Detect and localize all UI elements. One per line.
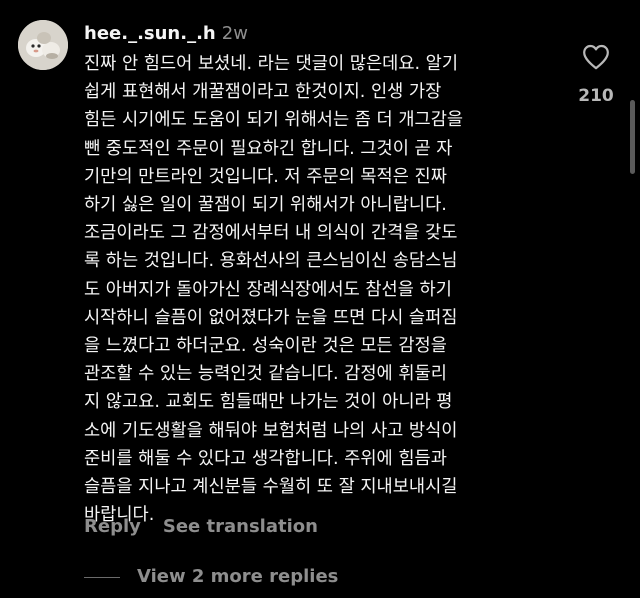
- comment-line: 도 아버지가 돌아가신 장례식장에서도 참선을 하기: [84, 279, 452, 300]
- comment-line: 기만의 만트라인 것입니다. 저 주문의 목적은 진짜: [84, 166, 447, 187]
- view-more-replies-button[interactable]: View 2 more replies: [84, 564, 338, 590]
- comment-item: hee._.sun._.h 2w 진짜 안 힘드어 보셨네. 라는 댓글이 많은데…: [0, 0, 640, 598]
- comment-line: 시작하니 슬픔이 없어졌다가 눈을 뜨면 다시 슬퍼짐: [84, 307, 458, 328]
- comment-line: 하기 싫은 일이 꿀잼이 되기 위해서가 아니랍니다.: [84, 195, 447, 216]
- replies-divider: [84, 576, 120, 578]
- comment-line: 지 않고요. 교회도 힘들때만 나가는 것이 아니라 평: [84, 392, 453, 413]
- comment-header: hee._.sun._.h 2w: [84, 22, 248, 46]
- comment-line: 힘든 시기에도 도움이 되기 위해서는 좀 더 개그감을: [84, 110, 464, 131]
- view-more-replies-label: View 2 more replies: [137, 566, 339, 587]
- comment-actions: Reply See translation: [84, 514, 318, 540]
- comment-line: 관조할 수 있는 능력인것 같습니다. 감정에 휘둘리: [84, 364, 447, 385]
- comment-line: 을 느꼈다고 하더군요. 성숙이란 것은 모든 감정을: [84, 336, 447, 357]
- scrollbar[interactable]: [630, 100, 635, 174]
- reply-button[interactable]: Reply: [84, 516, 141, 537]
- comment-line: 소에 기도생활을 해둬야 보험처럼 나의 사고 방식이: [84, 420, 458, 441]
- comment-line: 쉽게 표현해서 개꿀잼이라고 한것이지. 인생 가장: [84, 82, 442, 103]
- username[interactable]: hee._.sun._.h: [84, 23, 216, 44]
- comment-text: 진짜 안 힘드어 보셨네. 라는 댓글이 많은데요. 알기 쉽게 표현해서 개꿀…: [84, 50, 564, 529]
- avatar-image: [18, 20, 68, 70]
- comment-line: 진짜 안 힘드어 보셨네. 라는 댓글이 많은데요. 알기: [84, 54, 459, 74]
- avatar[interactable]: [18, 20, 68, 70]
- see-translation-button[interactable]: See translation: [163, 516, 318, 537]
- comment-line: 준비를 해둘 수 있다고 생각합니다. 주위에 힘듬과: [84, 448, 447, 469]
- like-count: 210: [578, 86, 614, 106]
- timestamp: 2w: [221, 23, 248, 44]
- comment-line: 조금이라도 그 감정에서부터 내 의식이 간격을 갖도: [84, 223, 458, 244]
- comment-line: 록 하는 것입니다. 용화선사의 큰스님이신 송담스님: [84, 251, 458, 272]
- comment-line: 슬픔을 지나고 계신분들 수월히 또 잘 지내보내시길: [84, 477, 458, 498]
- comment-line: 뺀 중도적인 주문이 필요하긴 합니다. 그것이 곧 자: [84, 138, 453, 159]
- heart-outline-icon[interactable]: [582, 44, 610, 70]
